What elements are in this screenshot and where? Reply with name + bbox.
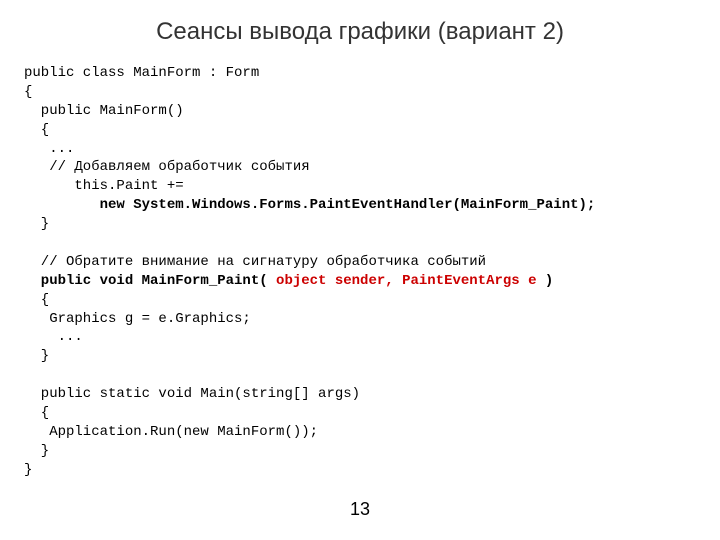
- code-line: }: [24, 216, 49, 232]
- code-line: ...: [24, 329, 83, 345]
- code-line: }: [24, 348, 49, 364]
- slide-title: Сеансы вывода графики (вариант 2): [0, 0, 720, 56]
- code-line: public MainForm(): [24, 103, 184, 119]
- code-line-sig-front: public void MainForm_Paint(: [24, 273, 276, 289]
- code-line: }: [24, 462, 32, 478]
- code-line: // Обратите внимание на сигнатуру обрабо…: [24, 254, 486, 270]
- code-line: Graphics g = e.Graphics;: [24, 311, 251, 327]
- code-line: {: [24, 292, 49, 308]
- code-line-sig-end: ): [537, 273, 554, 289]
- code-line: this.Paint +=: [24, 178, 184, 194]
- code-line: // Добавляем обработчик события: [24, 159, 310, 175]
- code-line: {: [24, 405, 49, 421]
- code-line: {: [24, 122, 49, 138]
- code-line: }: [24, 443, 49, 459]
- code-line: Application.Run(new MainForm());: [24, 424, 318, 440]
- code-line-sig-params: object sender, PaintEventArgs e: [276, 273, 536, 289]
- code-line: public static void Main(string[] args): [24, 386, 360, 402]
- code-line: new System.Windows.Forms.PaintEventHandl…: [24, 197, 595, 213]
- code-line: {: [24, 84, 32, 100]
- code-block: public class MainForm : Form { public Ma…: [0, 56, 720, 480]
- code-line: public class MainForm : Form: [24, 65, 259, 81]
- code-line: ...: [24, 141, 74, 157]
- page-number: 13: [0, 499, 720, 520]
